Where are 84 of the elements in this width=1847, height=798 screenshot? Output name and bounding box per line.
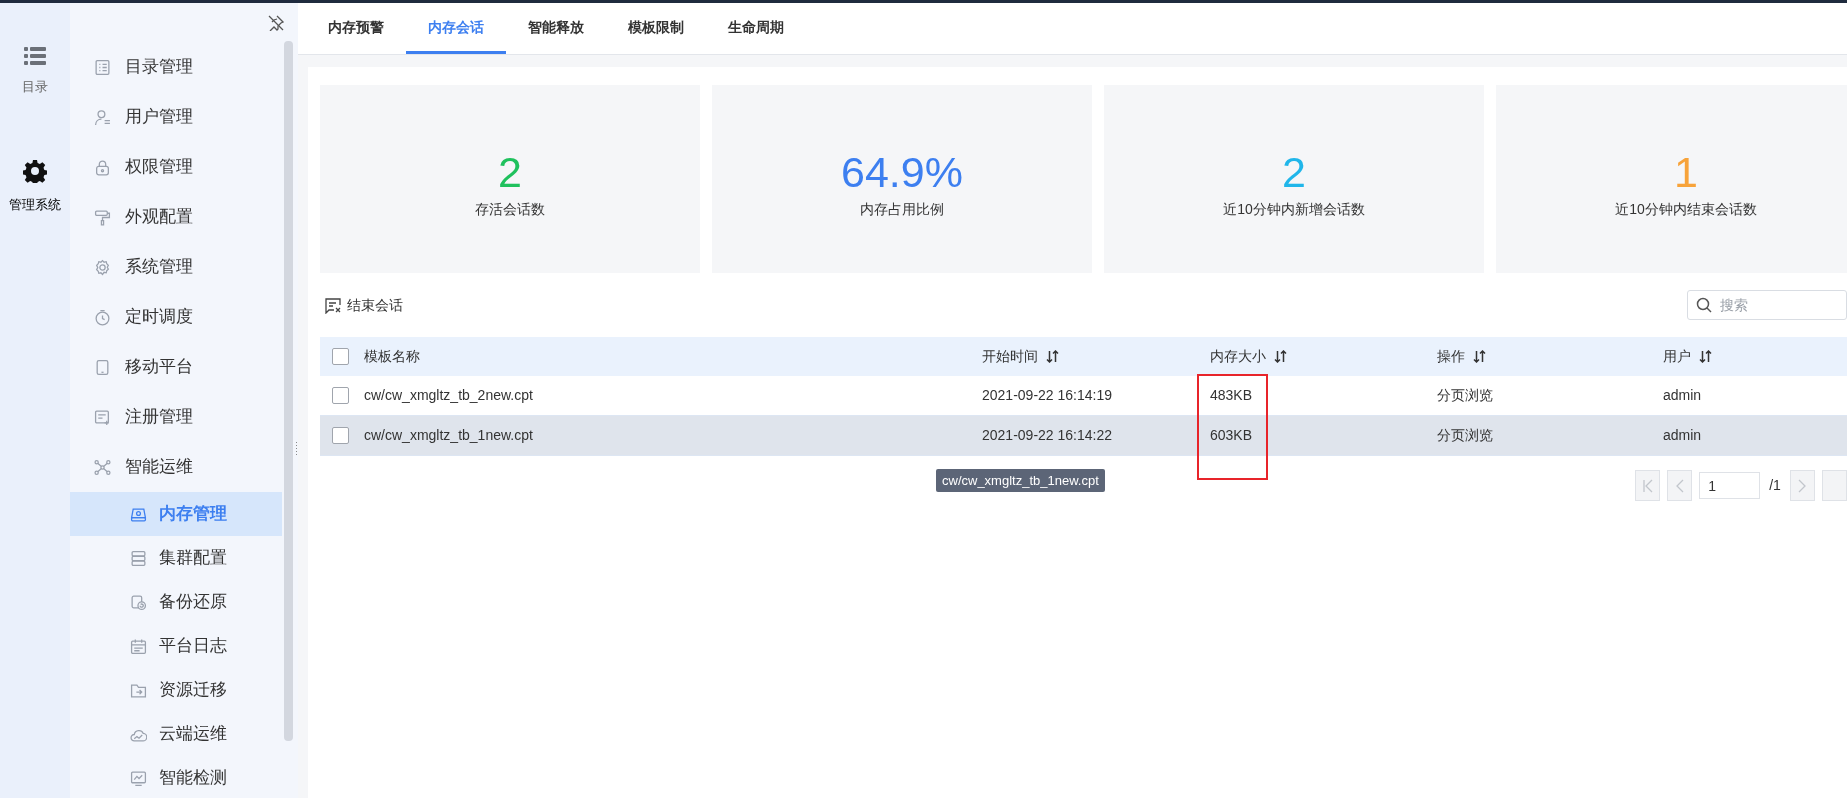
scrollbar-thumb[interactable] xyxy=(284,41,293,741)
column-header[interactable]: 模板名称 xyxy=(364,346,420,367)
chevron-right-icon xyxy=(1798,478,1807,493)
page-input[interactable]: 1 xyxy=(1699,472,1761,499)
nav-item[interactable]: 目录管理 xyxy=(70,42,282,92)
column-header[interactable]: 内存大小 xyxy=(1210,346,1287,367)
stat-label: 内存占用比例 xyxy=(860,199,944,219)
nav-item[interactable]: 注册管理 xyxy=(70,392,282,442)
table-cell: 2021-09-22 16:14:19 xyxy=(982,387,1112,403)
table-cell: 分页浏览 xyxy=(1437,387,1493,403)
list-icon xyxy=(94,58,111,76)
screen-icon xyxy=(130,769,147,787)
nav-subitem[interactable]: 智能检测 xyxy=(70,756,282,798)
pin-icon[interactable] xyxy=(268,14,284,31)
stat-value: 1 xyxy=(1674,148,1698,195)
sort-icon[interactable] xyxy=(1699,350,1712,363)
checkbox[interactable] xyxy=(332,348,349,365)
checkbox[interactable] xyxy=(332,387,349,404)
last-page-button[interactable] xyxy=(1821,470,1847,501)
gear-icon xyxy=(23,158,47,183)
stat-label: 近10分钟内新增会话数 xyxy=(1223,199,1365,219)
stat-value: 2 xyxy=(498,148,522,195)
sort-icon[interactable] xyxy=(1046,350,1059,363)
nav-item[interactable]: 用户管理 xyxy=(70,92,282,142)
stat-value: 64.9% xyxy=(841,148,963,195)
column-header[interactable]: 操作 xyxy=(1437,346,1486,367)
nav-subitem[interactable]: 备份还原 xyxy=(70,580,282,624)
tab[interactable]: 智能释放 xyxy=(506,3,606,54)
table-row[interactable]: cw/cw_xmgltz_tb_1new.cpt 2021-09-22 16:14:22 603KB 分页浏览 admin xyxy=(320,416,1847,456)
tooltip: cw/cw_xmgltz_tb_1new.cpt xyxy=(936,469,1105,492)
list-icon xyxy=(24,47,46,65)
first-page-button[interactable] xyxy=(1635,470,1661,501)
tab[interactable]: 生命周期 xyxy=(706,3,806,54)
first-page-icon xyxy=(1641,478,1654,493)
page-total: /1 xyxy=(1769,476,1781,495)
table-cell: admin xyxy=(1663,387,1702,403)
column-header[interactable]: 用户 xyxy=(1663,346,1712,367)
sort-icon[interactable] xyxy=(1274,350,1287,363)
table-cell: cw/cw_xmgltz_tb_1new.cpt xyxy=(364,427,533,443)
nav-item[interactable]: 系统管理 xyxy=(70,242,282,292)
calendar-icon xyxy=(130,637,147,655)
sort-icon[interactable] xyxy=(1473,350,1486,363)
nav-item[interactable]: 智能运维 xyxy=(70,442,282,492)
search-icon xyxy=(1696,297,1712,313)
search-field[interactable]: 搜索 xyxy=(1687,290,1847,320)
end-session-icon xyxy=(324,296,342,314)
nav-subitem[interactable]: 资源迁移 xyxy=(70,668,282,712)
next-page-button[interactable] xyxy=(1789,470,1815,501)
table-cell: 分页浏览 xyxy=(1437,427,1493,443)
paint-roller-icon xyxy=(94,208,111,226)
lock-icon xyxy=(94,158,111,176)
stat-label: 近10分钟内结束会话数 xyxy=(1615,199,1757,219)
network-icon xyxy=(94,458,111,476)
gear-icon xyxy=(94,258,111,276)
previous-page-button[interactable] xyxy=(1667,470,1693,501)
tab[interactable]: 模板限制 xyxy=(606,3,706,54)
restore-icon xyxy=(130,593,147,611)
nav-subitem[interactable]: 集群配置 xyxy=(70,536,282,580)
table-cell: 483KB xyxy=(1210,387,1253,403)
timer-icon xyxy=(94,308,111,326)
user-icon xyxy=(94,108,111,126)
form-icon xyxy=(94,408,111,426)
table-cell: 2021-09-22 16:14:22 xyxy=(982,427,1112,443)
nav-item[interactable]: 定时调度 xyxy=(70,292,282,342)
rail-item[interactable]: 目录 xyxy=(22,47,48,97)
nav-subitem[interactable]: 平台日志 xyxy=(70,624,282,668)
nav-item[interactable]: 权限管理 xyxy=(70,142,282,192)
chevron-left-icon xyxy=(1675,478,1684,493)
stat-label: 存活会话数 xyxy=(475,199,545,219)
nav-subitem[interactable]: 云端运维 xyxy=(70,712,282,756)
stat-value: 2 xyxy=(1282,148,1306,195)
resize-handle[interactable] xyxy=(295,441,298,457)
checkbox[interactable] xyxy=(332,427,349,444)
column-header[interactable]: 开始时间 xyxy=(982,346,1059,367)
table-cell: cw/cw_xmgltz_tb_2new.cpt xyxy=(364,387,533,403)
rail-item[interactable]: 管理系统 xyxy=(9,158,61,214)
server-icon xyxy=(130,549,147,567)
tab[interactable]: 内存预警 xyxy=(306,3,406,54)
nav-item[interactable]: 移动平台 xyxy=(70,342,282,392)
nav-item[interactable]: 外观配置 xyxy=(70,192,282,242)
table-cell: admin xyxy=(1663,427,1702,443)
phone-icon xyxy=(94,358,111,376)
table-cell: 603KB xyxy=(1210,427,1253,443)
end-session-button[interactable]: 结束会话 xyxy=(324,294,403,316)
